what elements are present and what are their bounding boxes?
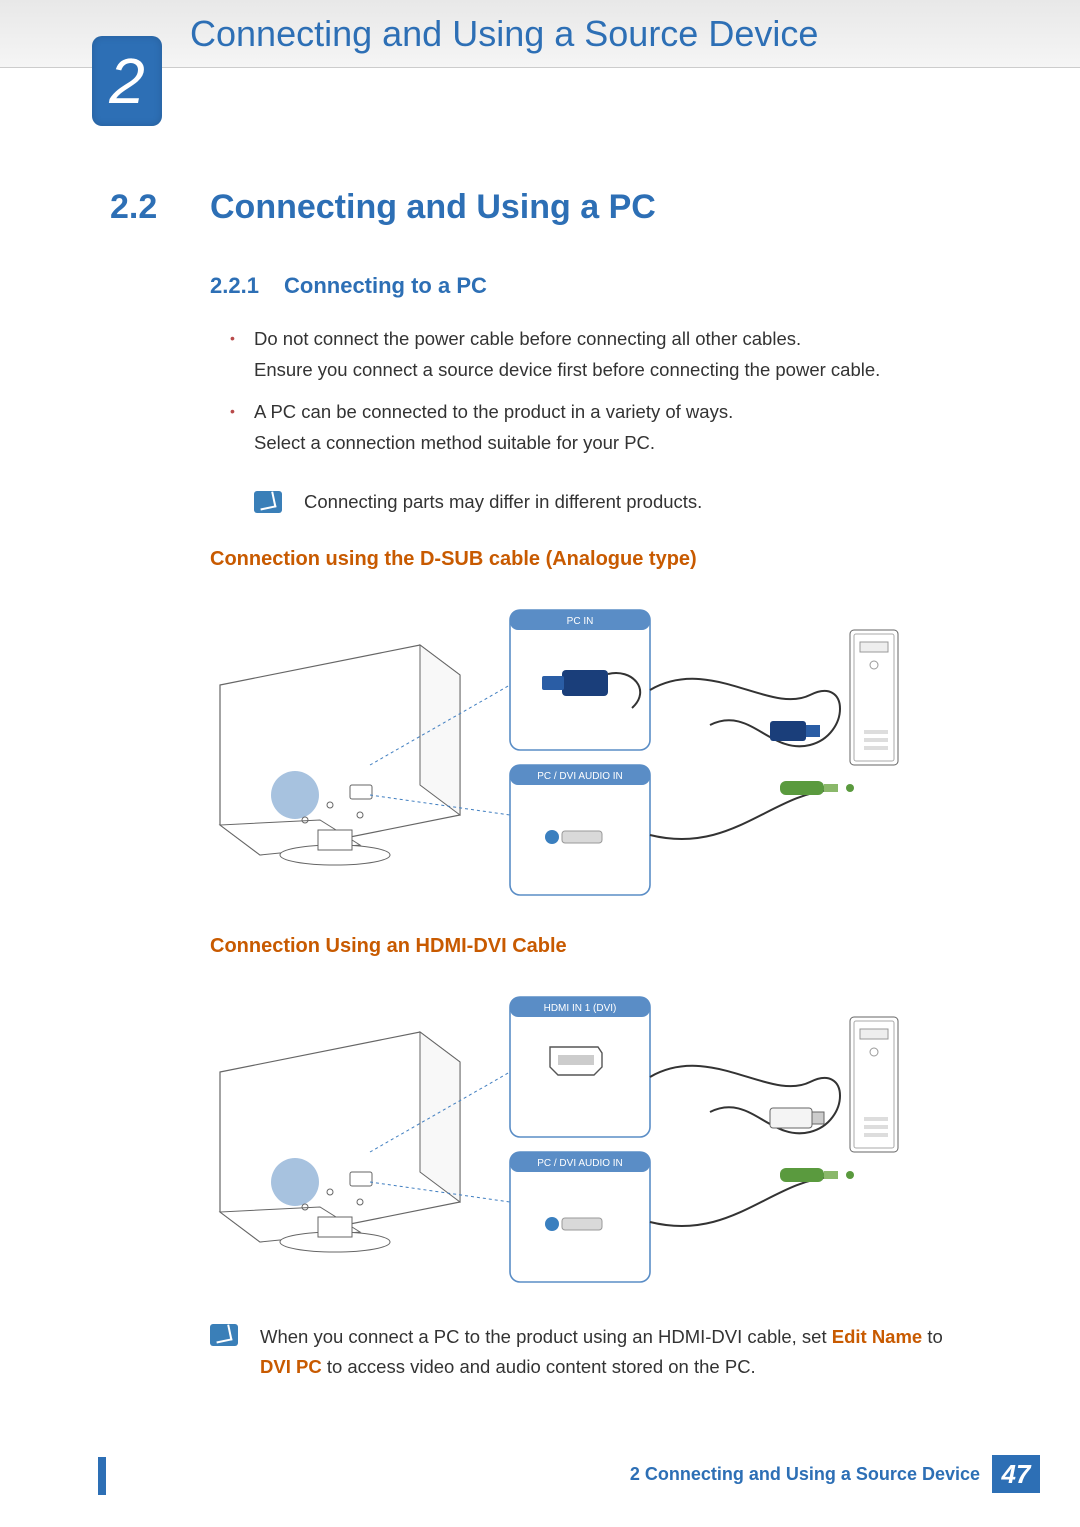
info-note: Connecting parts may differ in different…: [254, 487, 970, 517]
section-title: Connecting and Using a PC: [210, 188, 656, 227]
connection-heading-hdmidvi: Connection Using an HDMI-DVI Cable: [210, 935, 970, 958]
page-content: 2.2 Connecting and Using a PC 2.2.1 Conn…: [0, 68, 1080, 1382]
chapter-title: Connecting and Using a Source Device: [190, 13, 818, 55]
note-highlight: Edit Name: [832, 1326, 922, 1347]
note-text-part: to access video and audio content stored…: [322, 1356, 756, 1377]
bullet-text: A PC can be connected to the product in …: [254, 396, 970, 459]
page-number: 47: [992, 1455, 1040, 1493]
bullet-icon: •: [230, 323, 254, 386]
bullet-line: Select a connection method suitable for …: [254, 432, 655, 453]
section-heading: 2.2 Connecting and Using a PC: [110, 188, 970, 227]
port-label-hdmi: HDMI IN 1 (DVI): [544, 1003, 617, 1014]
port-label-audio: PC / DVI AUDIO IN: [537, 771, 623, 782]
note-text: Connecting parts may differ in different…: [304, 487, 702, 517]
subsection-title: Connecting to a PC: [284, 273, 487, 299]
header-band: 2 Connecting and Using a Source Device: [0, 0, 1080, 68]
note-text-part: When you connect a PC to the product usi…: [260, 1326, 832, 1347]
note-highlight: DVI PC: [260, 1356, 322, 1377]
port-label-pcin: PC IN: [567, 616, 594, 627]
note-icon: [254, 491, 282, 513]
footer-stripe-icon: [98, 1457, 106, 1495]
subsection-number: 2.2.1: [210, 273, 284, 299]
bullet-text: Do not connect the power cable before co…: [254, 323, 970, 386]
port-label-audio2: PC / DVI AUDIO IN: [537, 1158, 623, 1169]
info-note: When you connect a PC to the product usi…: [210, 1322, 970, 1381]
list-item: • Do not connect the power cable before …: [230, 323, 970, 386]
diagram-hdmidvi: HDMI IN 1 (DVI) PC / DVI AUDIO IN: [210, 982, 970, 1292]
chapter-number-badge: 2: [92, 36, 162, 126]
note-icon: [210, 1324, 238, 1346]
bullet-line: Ensure you connect a source device first…: [254, 359, 880, 380]
diagram-dsub: PC IN PC / DVI AUDIO IN: [210, 595, 970, 905]
bullet-list: • Do not connect the power cable before …: [230, 323, 970, 459]
connection-heading-dsub: Connection using the D-SUB cable (Analog…: [210, 548, 970, 571]
bullet-icon: •: [230, 396, 254, 459]
page-footer: 2 Connecting and Using a Source Device 4…: [0, 1453, 1080, 1495]
note-text: When you connect a PC to the product usi…: [260, 1322, 970, 1381]
footer-chapter-ref: 2 Connecting and Using a Source Device: [630, 1464, 980, 1485]
note-text-part: to: [922, 1326, 943, 1347]
bullet-line: Do not connect the power cable before co…: [254, 328, 801, 349]
subsection-heading: 2.2.1 Connecting to a PC: [210, 273, 970, 299]
section-number: 2.2: [110, 188, 210, 227]
bullet-line: A PC can be connected to the product in …: [254, 401, 733, 422]
list-item: • A PC can be connected to the product i…: [230, 396, 970, 459]
